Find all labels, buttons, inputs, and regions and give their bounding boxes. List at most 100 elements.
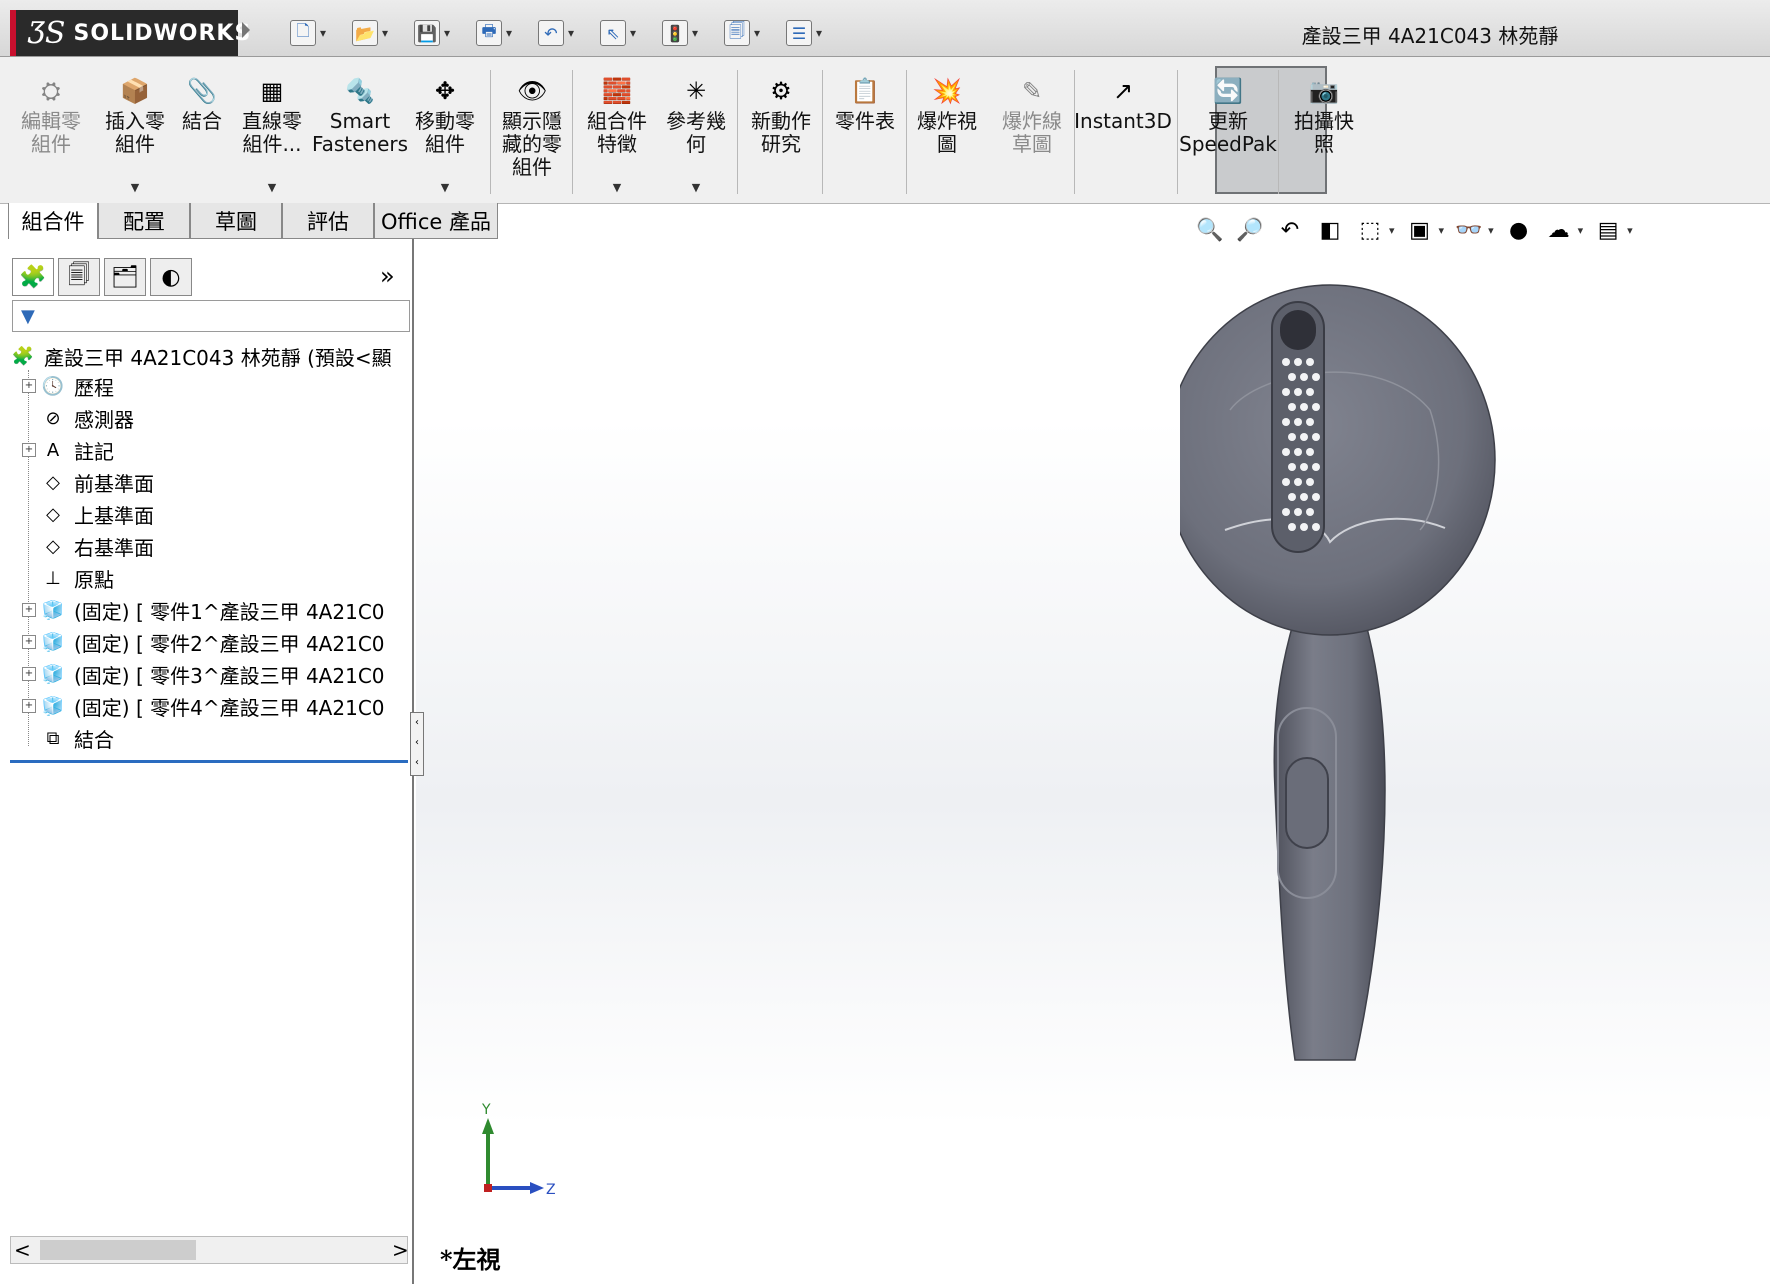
reference-geometry-button[interactable]: ✳ 參考幾 何 ▼ [656,70,736,200]
move-component-button[interactable]: ✥ 移動零 組件 ▼ [404,70,486,200]
quick-access-item[interactable]: 🖶 ▾ [476,18,512,48]
display-style-icon[interactable]: ▣ [1405,218,1435,243]
view-settings-icon[interactable]: ▤ [1593,218,1623,243]
tree-root-assembly[interactable]: 🧩 產設三甲 4A21C043 林苑靜 (預設<顯 [10,340,412,372]
scroll-left-arrow[interactable]: < [14,1238,31,1262]
zoom-to-area-icon[interactable]: 🔎 [1235,218,1265,243]
edit-appearance-icon[interactable]: ● [1504,218,1534,243]
rollback-bar[interactable] [10,760,408,763]
tab-3[interactable]: 評估 [282,203,374,239]
view-orientation-icon[interactable]: ⬚ [1355,218,1385,243]
chevron-down-icon[interactable]: ▾ [444,26,450,40]
expand-icon[interactable]: + [22,603,36,617]
chevron-down-icon[interactable]: ▾ [382,26,388,40]
linear-pattern-button[interactable]: ▦ 直線零 組件... ▼ [230,70,314,200]
tree-item[interactable]: ⧉ 結合 [22,722,424,754]
tab-1[interactable]: 配置 [98,203,190,239]
zoom-to-fit-icon[interactable]: 🔍 [1195,218,1225,243]
tree-item[interactable]: + 🕓 歷程 [22,370,424,402]
exploded-view-button[interactable]: 💥 爆炸視 圖 [908,70,986,200]
chevron-down-icon[interactable]: ▾ [506,26,512,40]
model-switch-button[interactable] [1285,757,1329,849]
tree-item[interactable]: + 🧊 (固定) [ 零件3^產設三甲 4A21C0 [22,658,424,690]
solidworks-logo[interactable]: ƷS SOLIDWORKS [10,10,250,56]
expand-icon[interactable]: + [22,443,36,457]
chevron-down-icon[interactable]: ▼ [268,181,276,194]
file-properties-icon[interactable]: 🗐 [724,20,750,46]
quick-access-item[interactable]: 📂 ▾ [352,18,388,48]
expand-icon[interactable]: + [22,635,36,649]
assembly-features-button[interactable]: 🧱 組合件 特徵 ▼ [580,70,654,200]
expand-icon[interactable]: + [22,379,36,393]
chevron-down-icon[interactable]: ▼ [692,181,700,194]
hair-dryer-model[interactable] [1180,270,1620,1100]
section-view-icon[interactable]: ◧ [1315,218,1345,243]
expand-icon[interactable]: + [22,667,36,681]
chevron-down-icon[interactable]: ▾ [816,26,822,40]
chevron-down-icon[interactable]: ▾ [630,26,636,40]
chevron-down-icon[interactable]: ▾ [1439,224,1445,237]
previous-view-icon[interactable]: ↶ [1275,218,1305,243]
open-icon[interactable]: 📂 [352,20,378,46]
chevron-down-icon[interactable]: ▾ [754,26,760,40]
edit-component-button[interactable]: ⛭ 編輯零 組件 [8,70,94,200]
configuration-manager-tab-icon[interactable]: 🗂 [104,258,146,296]
scroll-right-arrow[interactable]: > [392,1238,409,1262]
tree-filter-input[interactable]: ▼ [12,300,410,332]
tree-item[interactable]: + 🧊 (固定) [ 零件1^產設三甲 4A21C0 [22,594,424,626]
take-snapshot-button[interactable]: 📷 拍攝快 照 [1282,70,1366,200]
instant3d-button[interactable]: ↗ Instant3D [1074,70,1172,200]
property-manager-tab-icon[interactable]: 🗐 [58,258,100,296]
chevron-down-icon[interactable]: ▾ [1488,224,1494,237]
select-icon[interactable]: ⇖ [600,20,626,46]
tree-item[interactable]: ⊥ 原點 [22,562,424,594]
feature-manager-tab-icon[interactable]: 🧩 [12,258,54,296]
print-icon[interactable]: 🖶 [476,20,502,46]
rebuild-icon[interactable]: 🚦 [662,20,688,46]
apply-scene-icon[interactable]: ☁ [1544,218,1574,243]
chevron-down-icon[interactable]: ▾ [568,26,574,40]
new-motion-study-button[interactable]: ⚙ 新動作 研究 [740,70,822,200]
show-hidden-button[interactable]: 👁 顯示隱 藏的零 組件 [488,70,576,200]
tab-2[interactable]: 草圖 [190,203,282,239]
hide-show-items-icon[interactable]: 👓 [1454,218,1484,243]
quick-access-item[interactable]: 🗐 ▾ [724,18,760,48]
undo-icon[interactable]: ↶ [538,20,564,46]
new-document-icon[interactable]: 🗋 [290,20,316,46]
display-manager-tab-icon[interactable]: ◐ [150,258,192,296]
mate-button[interactable]: 📎 結合 [176,70,228,200]
tree-item[interactable]: + A 註記 [22,434,424,466]
scrollbar-thumb[interactable] [40,1240,196,1260]
menu-expand-arrow-icon[interactable] [242,22,250,38]
bill-of-materials-button[interactable]: 📋 零件表 [826,70,904,200]
chevron-down-icon[interactable]: ▾ [1578,224,1584,237]
panel-more-button[interactable]: » [380,262,395,290]
quick-access-item[interactable]: ⇖ ▾ [600,18,636,48]
chevron-down-icon[interactable]: ▼ [131,181,139,194]
tree-item[interactable]: + 🧊 (固定) [ 零件2^產設三甲 4A21C0 [22,626,424,658]
options-icon[interactable]: ☰ [786,20,812,46]
tree-item[interactable]: ⊘ 感測器 [22,402,424,434]
tree-item[interactable]: ◇ 前基準面 [22,466,424,498]
chevron-down-icon[interactable]: ▾ [692,26,698,40]
tab-4[interactable]: Office 產品 [374,203,498,239]
tree-item[interactable]: ◇ 上基準面 [22,498,424,530]
insert-components-button[interactable]: 📦 插入零 組件 ▼ [96,70,174,200]
quick-access-item[interactable]: ☰ ▾ [786,18,822,48]
expand-icon[interactable]: + [22,699,36,713]
chevron-down-icon[interactable]: ▼ [441,181,449,194]
update-speedpak-button[interactable]: 🔄 更新 SpeedPak [1179,70,1277,200]
chevron-down-icon[interactable]: ▼ [613,181,621,194]
chevron-down-icon[interactable]: ▾ [1627,224,1633,237]
save-icon[interactable]: 💾 [414,20,440,46]
smart-fasteners-button[interactable]: 🔩 Smart Fasteners [312,70,408,200]
quick-access-item[interactable]: ↶ ▾ [538,18,574,48]
tree-item[interactable]: + 🧊 (固定) [ 零件4^產設三甲 4A21C0 [22,690,424,722]
quick-access-item[interactable]: 🗋 ▾ [290,18,326,48]
tree-item[interactable]: ◇ 右基準面 [22,530,424,562]
explode-line-sketch-button[interactable]: ✎ 爆炸線 草圖 [990,70,1074,200]
chevron-down-icon[interactable]: ▾ [1389,224,1395,237]
quick-access-item[interactable]: 💾 ▾ [414,18,450,48]
chevron-down-icon[interactable]: ▾ [320,26,326,40]
quick-access-item[interactable]: 🚦 ▾ [662,18,698,48]
